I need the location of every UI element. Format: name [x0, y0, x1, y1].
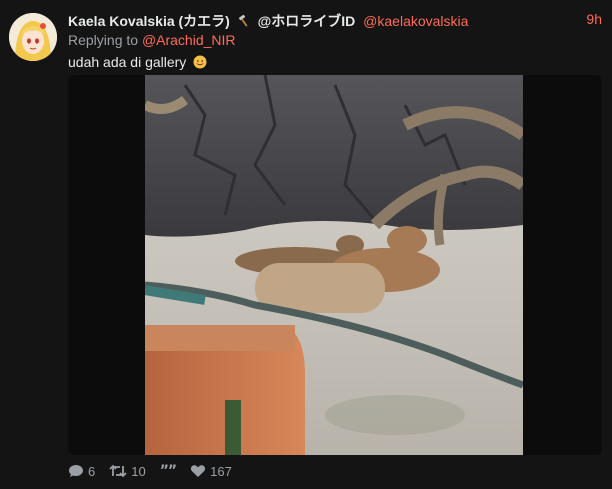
tweet-header: Kaela Kovalskia (カエラ) @ホロライブID @kaelakov…: [68, 11, 602, 31]
tweet-media[interactable]: [68, 75, 602, 455]
avatar[interactable]: [9, 13, 57, 61]
author-handle[interactable]: @kaelakovalskia: [363, 13, 468, 29]
tweet-timestamp[interactable]: 9h: [586, 11, 602, 27]
like-button[interactable]: 167: [190, 464, 232, 479]
comment-icon: [69, 465, 83, 477]
tweet-text-content: udah ada di gallery: [68, 54, 187, 70]
tweet-actions: 6 10 ”” 167: [68, 462, 246, 480]
retweet-count: 10: [131, 463, 146, 479]
hammer-icon: [237, 14, 251, 28]
retweet-button[interactable]: 10: [109, 463, 146, 479]
author-group[interactable]: @ホロライブID: [258, 13, 356, 29]
like-count: 167: [210, 463, 232, 479]
quote-icon: ””: [159, 463, 177, 479]
smiling-face-icon: [193, 55, 207, 69]
reply-context: Replying to @Arachid_NIR: [68, 32, 236, 48]
tweet-card[interactable]: Kaela Kovalskia (カエラ) @ホロライブID @kaelakov…: [0, 0, 612, 489]
reply-mention-link[interactable]: @Arachid_NIR: [142, 32, 236, 48]
tweet-text: udah ada di gallery: [68, 54, 207, 70]
capybara-photo: [145, 75, 523, 455]
author-name[interactable]: Kaela Kovalskia (カエラ): [68, 13, 230, 29]
quote-button[interactable]: ””: [159, 463, 177, 479]
heart-icon: [191, 465, 206, 477]
retweet-icon: [109, 464, 127, 478]
reply-prefix: Replying to: [68, 32, 139, 48]
reply-button[interactable]: 6: [68, 464, 95, 479]
reply-count: 6: [88, 463, 96, 479]
avatar-image: [9, 13, 57, 61]
